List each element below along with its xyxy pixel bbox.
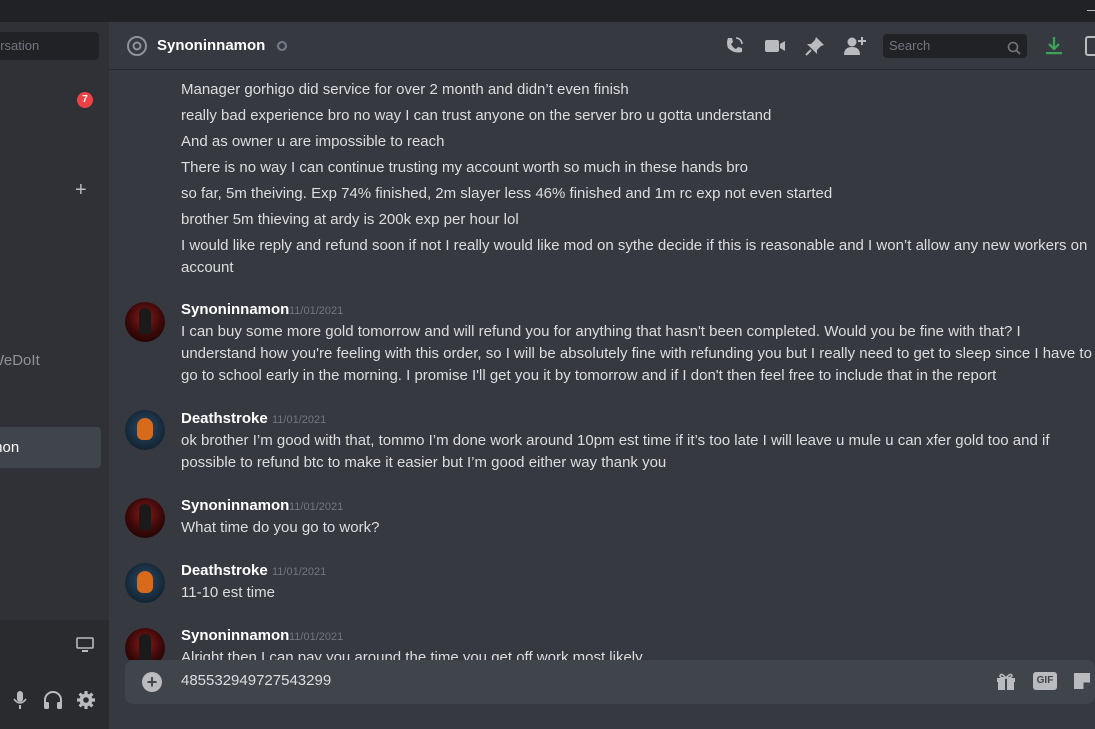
search-placeholder: Search (889, 38, 931, 53)
dm-item-active[interactable]: mon (0, 427, 101, 468)
download-icon[interactable] (1043, 35, 1065, 62)
chat-area: Synoninnamon Search Manager gorhigo did … (109, 22, 1095, 729)
message-timestamp: 11/01/2021 (272, 566, 327, 578)
message-line: brother 5m thieving at ardy is 200k exp … (181, 211, 519, 228)
search-icon (1007, 39, 1021, 63)
message-text: 11-10 est time (181, 584, 275, 601)
add-friends-to-dm-icon[interactable] (843, 35, 867, 62)
gift-icon[interactable] (995, 670, 1017, 697)
message-timestamp: 11/01/2021 (272, 414, 327, 426)
title-bar (0, 0, 1095, 22)
dm-item-wedoit[interactable]: WeDoIt (0, 352, 40, 369)
message-composer[interactable]: + 485532949727543299 GIF (125, 660, 1095, 704)
message-line: And as owner u are impossible to reach (181, 133, 445, 150)
message-timestamp: 11/01/2021 (289, 305, 344, 317)
avatar[interactable] (125, 628, 165, 660)
message-line: really bad experience bro no way I can t… (181, 107, 772, 124)
message-list: Manager gorhigo did service for over 2 m… (109, 71, 1095, 660)
user-panel (0, 620, 109, 729)
find-conversation-input[interactable]: ersation (0, 32, 99, 60)
create-dm-plus-icon[interactable]: + (75, 180, 87, 200)
unread-badge: 7 (77, 92, 93, 108)
message-author[interactable]: Synoninnamon (181, 497, 289, 514)
message-author[interactable]: Synoninnamon (181, 301, 289, 318)
message-timestamp: 11/01/2021 (289, 631, 344, 643)
message-author[interactable]: Synoninnamon (181, 627, 289, 644)
message-input[interactable]: 485532949727543299 (181, 672, 331, 689)
dm-recipient-name: Synoninnamon (157, 37, 266, 54)
microphone-icon[interactable] (13, 690, 27, 715)
voice-call-icon[interactable] (723, 35, 745, 62)
inbox-icon[interactable] (1084, 35, 1095, 62)
message-text: Alright then I can pay you around the ti… (181, 649, 643, 660)
at-icon (126, 35, 148, 62)
avatar[interactable] (125, 410, 165, 450)
message-text: ok brother I’m good with that, tommo I’m… (181, 432, 1050, 471)
avatar[interactable] (125, 563, 165, 603)
message-text: I can buy some more gold tomorrow and wi… (181, 323, 1092, 384)
headphones-icon[interactable] (43, 690, 63, 715)
upload-plus-button[interactable]: + (142, 672, 162, 692)
video-call-icon[interactable] (764, 35, 786, 62)
message-text: What time do you go to work? (181, 519, 380, 536)
message-line: Manager gorhigo did service for over 2 m… (181, 81, 629, 98)
pinned-messages-icon[interactable] (804, 35, 826, 62)
chat-header: Synoninnamon Search (109, 22, 1095, 70)
message-line: I would like reply and refund soon if no… (181, 237, 1088, 276)
avatar[interactable] (125, 498, 165, 538)
sticker-icon[interactable] (1071, 670, 1093, 697)
search-input[interactable]: Search (883, 34, 1027, 58)
message-author[interactable]: Deathstroke (181, 410, 268, 427)
dm-sidebar: ersation 7 + a WeDoIt mon (0, 22, 109, 729)
minimize-icon[interactable] (1087, 10, 1095, 11)
message-timestamp: 11/01/2021 (289, 501, 344, 513)
avatar[interactable] (125, 302, 165, 342)
screen-share-icon[interactable] (76, 637, 94, 658)
message-line: so far, 5m theiving. Exp 74% finished, 2… (181, 185, 833, 202)
offline-status-icon (277, 41, 287, 51)
message-line: There is no way I can continue trusting … (181, 159, 748, 176)
settings-gear-icon[interactable] (76, 690, 96, 715)
gif-button[interactable]: GIF (1033, 672, 1057, 690)
message-author[interactable]: Deathstroke (181, 562, 268, 579)
